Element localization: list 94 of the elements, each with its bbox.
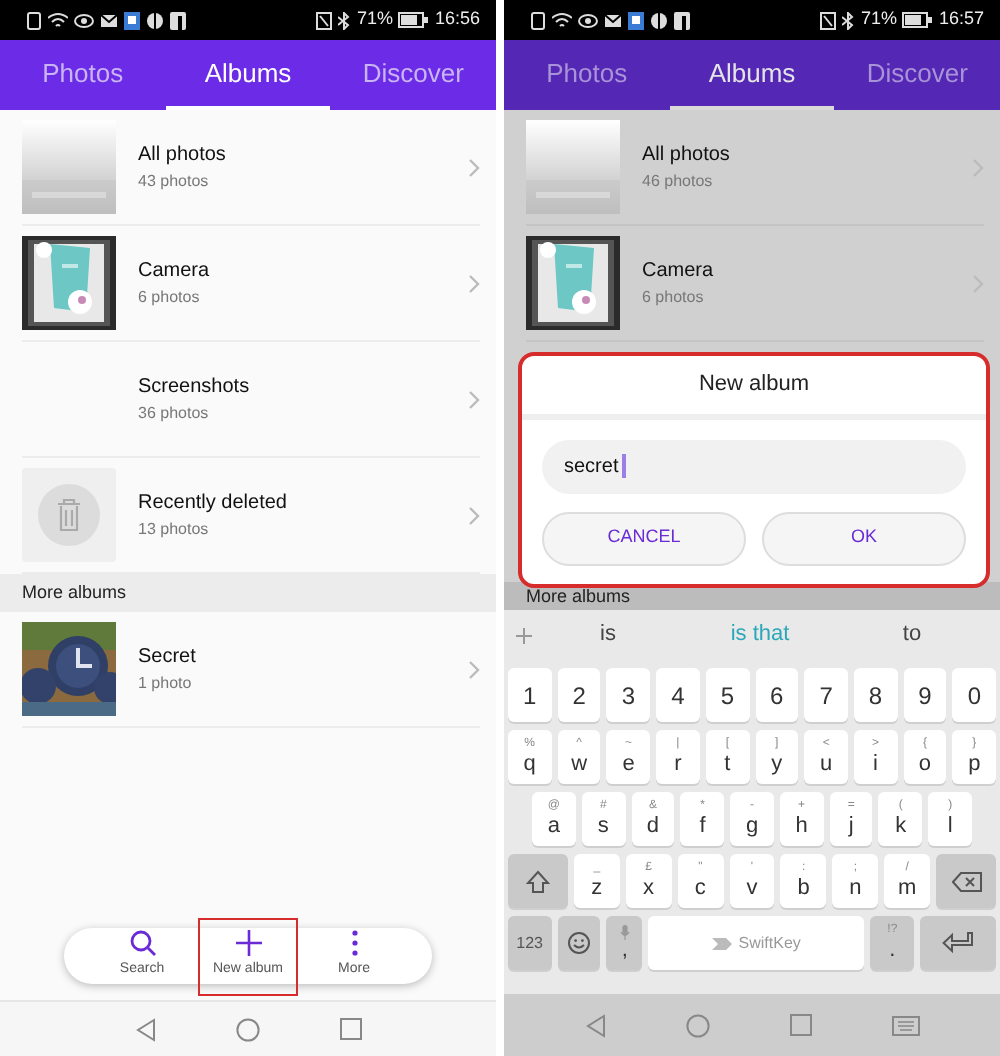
backspace-key[interactable] [936,854,997,908]
photo-count: 46 photos [642,171,715,191]
backspace-icon [951,871,982,891]
album-title: Screenshots [138,375,252,399]
search-icon [129,930,155,957]
arrow-up-icon [526,869,550,893]
chevron-icon [468,389,480,409]
album-row[interactable]: Recently deleted 13 photos [22,458,480,574]
suggestion[interactable]: to [836,618,988,652]
keyboard-key[interactable]: 6 [755,668,799,722]
shift-key[interactable] [508,854,568,908]
sim-icon [26,11,42,29]
mode-key[interactable]: 123 [508,916,552,970]
more-icon [351,930,357,957]
keyboard-key[interactable]: 5 [705,668,750,722]
album-row[interactable]: Secret 1 photo [22,612,480,728]
album-title: Camera [138,259,212,283]
tab[interactable]: Discover [330,40,496,110]
album-title: All photos [138,143,228,167]
dialog-button[interactable]: CANCEL [542,511,746,565]
mail-icon [100,11,118,29]
chevron-icon [468,157,480,177]
nfc-icon [316,11,333,29]
eye-icon [74,11,94,29]
album-row[interactable]: All photos 46 photos [526,110,984,226]
album-title: Secret [138,645,198,669]
plus-icon[interactable] [516,627,532,643]
album-title: Recently deleted [138,491,289,515]
clock-time: 16:57 [938,6,984,33]
album-title: All photos [642,143,732,167]
emoji-key[interactable] [557,916,601,970]
logo-icon [712,935,733,951]
app-icon [628,11,644,29]
section-header: More albums [0,574,496,612]
keyboard-key[interactable]: 3 [606,668,651,722]
album-row[interactable]: Camera 6 photos [22,226,480,342]
photo-count: 6 photos [642,287,706,307]
photo-count: 13 photos [138,519,211,539]
app-icon [124,11,140,29]
suggestion[interactable]: is [532,618,684,652]
battery-level: 71% [356,6,393,33]
trash-icon [38,484,100,546]
home-icon[interactable] [235,1017,259,1041]
album-title: Camera [642,259,716,283]
name-field[interactable]: secret [542,439,966,493]
clock-time: 16:56 [434,6,480,33]
comma-key[interactable]: , [606,916,643,970]
dialog-title: New album [522,356,986,419]
wifi-icon [552,11,572,29]
square-icon [170,11,186,29]
photo-count: 1 photo [138,673,194,693]
text-cursor [622,454,626,478]
keyboard-key[interactable]: 4 [656,668,700,722]
photo-count: 43 photos [138,171,211,191]
wifi-icon [48,11,68,29]
mail-icon [604,11,622,29]
battery-icon [398,12,429,28]
back-icon[interactable] [585,1013,605,1037]
back-icon[interactable] [135,1017,155,1041]
album-row[interactable]: Screenshots 36 photos [22,342,480,458]
home-icon[interactable] [685,1013,709,1037]
microphone-icon [619,924,630,940]
keyboard-icon[interactable] [891,1015,919,1035]
tab[interactable]: Photos [0,40,166,110]
recents-icon[interactable] [339,1018,361,1040]
album-row[interactable]: All photos 43 photos [22,110,480,226]
battery-icon [902,12,933,28]
keyboard-key[interactable]: 1 [508,668,552,722]
return-arrow-icon [942,932,975,954]
battery-level: 71% [860,6,897,33]
keyboard-key[interactable]: 7 [804,668,848,722]
album-row[interactable]: Camera 6 photos [526,226,984,342]
chevron-icon [468,273,480,293]
eye-icon [578,11,598,29]
photo-count: 36 photos [138,403,211,423]
shield-icon [650,11,668,29]
dialog-button[interactable]: OK [762,511,966,565]
shield-icon [146,11,164,29]
keyboard-key[interactable]: 0 [952,668,997,722]
chevron-icon [468,505,480,525]
keyboard-key[interactable]: 9 [903,668,947,722]
nfc-icon [820,11,837,29]
enter-key[interactable] [920,916,997,970]
keyboard-key[interactable]: 2 [557,668,601,722]
chevron-icon [468,659,480,679]
photo-count: 6 photos [138,287,202,307]
smiley-icon [568,932,590,954]
plus-icon [235,930,261,957]
bluetooth-icon [842,11,855,29]
square-icon [674,11,690,29]
keyboard-key[interactable]: 8 [853,668,898,722]
sim-icon [530,11,546,29]
recents-icon[interactable] [789,1014,811,1036]
bluetooth-icon [338,11,351,29]
